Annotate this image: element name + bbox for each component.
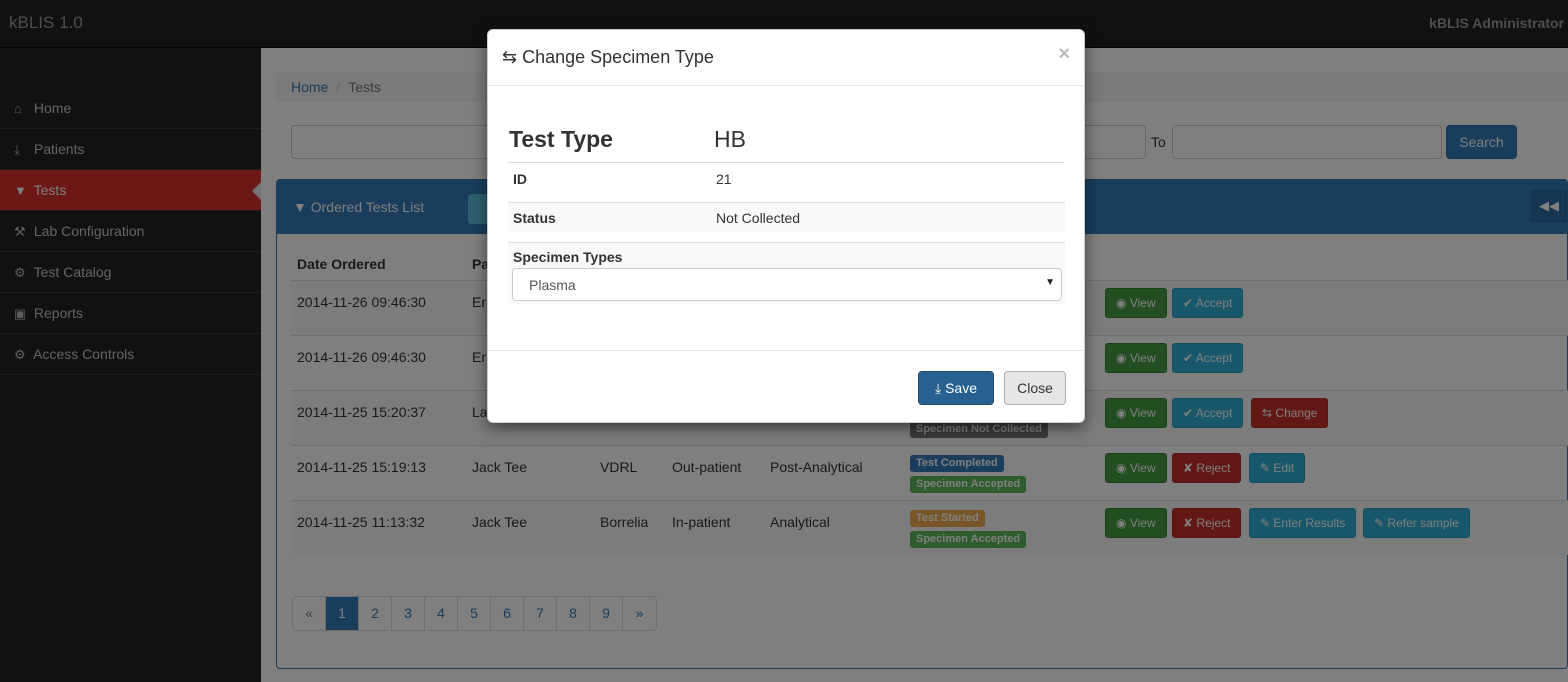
download-icon: ⤓: [934, 380, 942, 396]
id-label: ID: [513, 171, 527, 187]
status-value: Not Collected: [716, 210, 801, 226]
status-label: Status: [513, 210, 556, 226]
close-button[interactable]: Close: [1004, 371, 1066, 405]
test-type-value: HB: [714, 126, 746, 152]
change-specimen-modal: ⇆ Change Specimen Type × Test Type HB ID…: [487, 29, 1085, 423]
chevron-down-icon: ▼: [1045, 277, 1055, 288]
specimen-type-select[interactable]: Plasma ▼: [512, 268, 1062, 301]
specimen-types-label: Specimen Types: [513, 249, 623, 265]
modal-title: ⇆ Change Specimen Type: [502, 47, 714, 67]
transfer-icon: ⇆: [502, 47, 518, 67]
status-row: Status Not Collected: [508, 202, 1065, 232]
modal-footer: ⤓ Save Close: [488, 350, 1084, 424]
test-type-label: Test Type: [509, 126, 613, 152]
test-type-row: Test Type HB: [508, 122, 1065, 162]
close-icon[interactable]: ×: [1058, 43, 1070, 66]
id-value: 21: [716, 171, 732, 187]
modal-header: ⇆ Change Specimen Type ×: [488, 30, 1084, 86]
id-row: ID 21: [508, 162, 1065, 202]
specimen-type-selected: Plasma: [529, 277, 576, 293]
save-button[interactable]: ⤓ Save: [918, 371, 994, 405]
